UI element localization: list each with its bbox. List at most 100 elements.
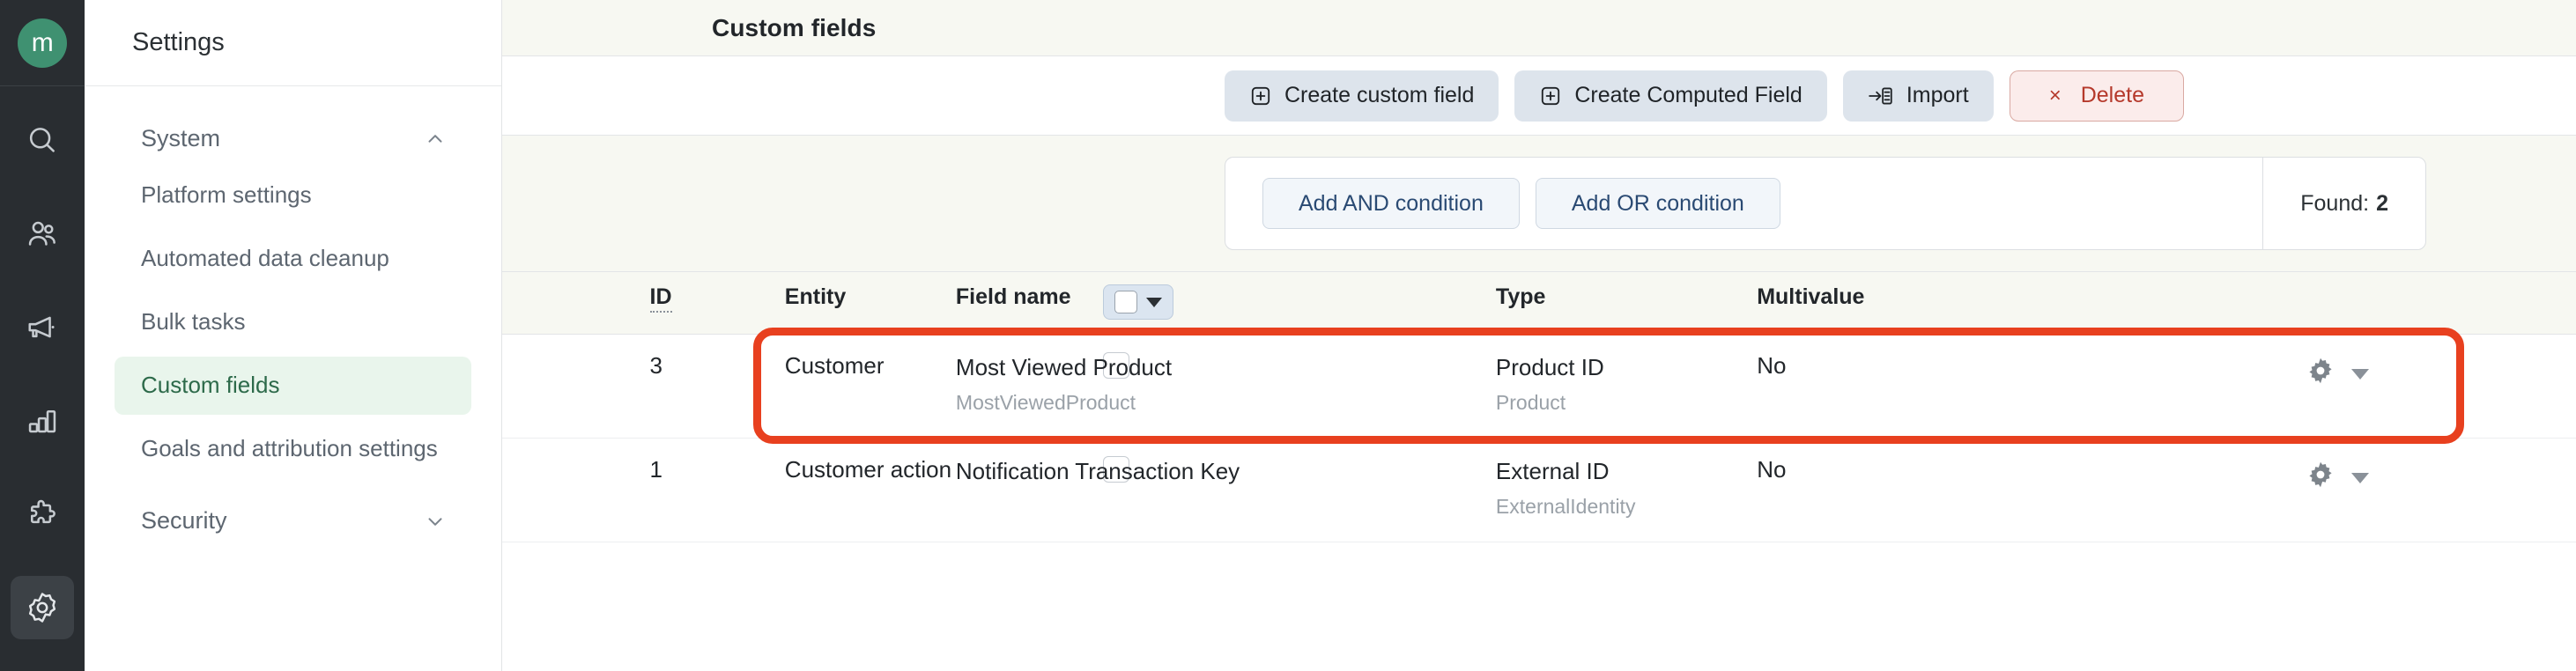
- custom-fields-table: ID Entity Field name Type Multivalue 3 C…: [502, 272, 2576, 542]
- row-actions: [2306, 334, 2576, 439]
- checkbox-icon[interactable]: [1114, 291, 1137, 313]
- th-field-name-label: Field name: [955, 284, 1071, 309]
- content-page-title: Custom fields: [712, 13, 877, 41]
- chevron-down-icon[interactable]: [2351, 368, 2370, 380]
- bar-chart-icon: [26, 404, 59, 438]
- add-and-condition-button[interactable]: Add AND condition: [1262, 178, 1520, 229]
- table-head: ID Entity Field name Type Multivalue: [502, 272, 2576, 335]
- chevron-down-icon[interactable]: [2351, 472, 2370, 483]
- app-root: m Settings System Platform settings Auto…: [0, 0, 2576, 671]
- content-title-bar: Custom fields: [502, 0, 2576, 56]
- table-row[interactable]: 1 Customer action Notification Transacti…: [502, 438, 2576, 542]
- th-actions: [2306, 272, 2576, 335]
- row-type-code: Product: [1495, 391, 1566, 415]
- sidebar-item-custom-fields[interactable]: Custom fields: [115, 356, 471, 415]
- import-button[interactable]: Import: [1842, 70, 1994, 122]
- custom-fields-table-wrap: ID Entity Field name Type Multivalue 3 C…: [502, 272, 2576, 671]
- select-all-dropdown[interactable]: [1103, 284, 1173, 320]
- row-type-value: External ID: [1495, 458, 1610, 484]
- delete-button[interactable]: × Delete: [2009, 70, 2184, 122]
- chevron-down-icon[interactable]: [1146, 297, 1162, 307]
- gear-icon[interactable]: [2306, 460, 2335, 496]
- row-actions: [2306, 438, 2576, 542]
- sidebar-item-goals-and-attribution-settings[interactable]: Goals and attribution settings: [115, 420, 471, 478]
- settings-nav-header: Settings: [85, 0, 501, 86]
- create-custom-field-button[interactable]: Create custom field: [1225, 70, 1499, 122]
- th-type[interactable]: Type: [1495, 272, 1758, 335]
- row-type: Product ID Product: [1495, 334, 1758, 439]
- rail-item-settings[interactable]: [11, 576, 74, 639]
- create-computed-field-button[interactable]: Create Computed Field: [1514, 70, 1827, 122]
- filter-builder-card: Add AND condition Add OR condition Found…: [1225, 157, 2426, 250]
- puzzle-piece-icon: [26, 498, 59, 531]
- row-type-code: ExternalIdentity: [1495, 495, 1636, 519]
- th-id[interactable]: ID: [649, 272, 785, 335]
- th-field-name[interactable]: Field name: [955, 272, 1496, 335]
- plus-square-icon: [1539, 85, 1562, 107]
- filter-zone: Add AND condition Add OR condition Found…: [502, 136, 2576, 272]
- th-multivalue[interactable]: Multivalue: [1757, 272, 2306, 335]
- found-label: Found:: [2300, 190, 2370, 216]
- found-count: 2: [2376, 190, 2388, 216]
- row-id: 1: [649, 438, 785, 542]
- row-entity: Customer action: [784, 438, 956, 542]
- sidebar-item-platform-settings[interactable]: Platform settings: [115, 166, 471, 225]
- add-or-condition-button[interactable]: Add OR condition: [1535, 178, 1780, 229]
- rail-item-campaigns[interactable]: [11, 296, 74, 359]
- chevron-down-icon: [424, 510, 447, 533]
- rail-item-contacts[interactable]: [11, 203, 74, 266]
- settings-nav-body: System Platform settings Automated data …: [85, 86, 501, 671]
- row-id: 3: [649, 334, 785, 439]
- table-header-row: ID Entity Field name Type Multivalue: [502, 272, 2576, 335]
- row-actions-group: [2306, 456, 2576, 496]
- brand-logo[interactable]: m: [0, 0, 85, 86]
- global-icon-rail: m: [0, 0, 85, 671]
- delete-label: Delete: [2080, 83, 2144, 107]
- th-type-label: Type: [1495, 284, 1546, 309]
- search-icon: [26, 124, 59, 158]
- rail-item-analytics[interactable]: [11, 389, 74, 453]
- create-custom-field-label: Create custom field: [1284, 83, 1475, 107]
- row-type: External ID ExternalIdentity: [1495, 438, 1758, 542]
- megaphone-icon: [26, 311, 59, 344]
- rail-item-list: [11, 109, 74, 669]
- row-entity: Customer: [784, 334, 956, 439]
- gear-icon[interactable]: [2306, 356, 2335, 392]
- nav-group-system-label: System: [141, 125, 221, 151]
- row-multivalue: No: [1757, 438, 2306, 542]
- nav-group-system[interactable]: System: [115, 116, 471, 161]
- found-counter: Found: 2: [2262, 158, 2425, 249]
- row-field-name: Most Viewed Product MostViewedProduct: [955, 334, 1496, 439]
- condition-buttons: Add AND condition Add OR condition: [1262, 178, 1780, 229]
- row-field-code: MostViewedProduct: [955, 391, 1136, 415]
- create-computed-field-label: Create Computed Field: [1574, 83, 1802, 107]
- th-select-all: [502, 272, 1173, 335]
- close-icon: ×: [2048, 83, 2062, 107]
- table-row[interactable]: 3 Customer Most Viewed Product MostViewe…: [502, 334, 2576, 439]
- settings-nav: Settings System Platform settings Automa…: [85, 0, 502, 671]
- sidebar-item-automated-data-cleanup[interactable]: Automated data cleanup: [115, 230, 471, 288]
- row-actions-group: [2306, 352, 2576, 392]
- main-content: Custom fields Create custom field Create…: [502, 0, 2576, 671]
- import-icon: [1868, 85, 1894, 107]
- rail-item-search[interactable]: [11, 109, 74, 173]
- nav-group-security[interactable]: Security: [115, 498, 471, 543]
- rail-item-integrations[interactable]: [11, 483, 74, 546]
- chevron-up-icon: [424, 128, 447, 151]
- row-field-name-value: Most Viewed Product: [955, 354, 1173, 380]
- row-multivalue: No: [1757, 334, 2306, 439]
- th-entity[interactable]: Entity: [784, 272, 956, 335]
- th-entity-label: Entity: [784, 284, 847, 309]
- row-field-name: Notification Transaction Key: [955, 438, 1496, 542]
- row-checkbox-cell: [502, 438, 1129, 542]
- gear-icon: [25, 590, 60, 625]
- table-body: 3 Customer Most Viewed Product MostViewe…: [502, 334, 2576, 542]
- logo-mark: m: [18, 18, 67, 68]
- row-field-name-value: Notification Transaction Key: [955, 458, 1240, 484]
- row-type-value: Product ID: [1495, 354, 1604, 380]
- sidebar-item-bulk-tasks[interactable]: Bulk tasks: [115, 293, 471, 351]
- content-toolbar: Create custom field Create Computed Fiel…: [502, 56, 2576, 136]
- nav-group-security-label: Security: [141, 507, 227, 535]
- th-id-label[interactable]: ID: [649, 284, 672, 313]
